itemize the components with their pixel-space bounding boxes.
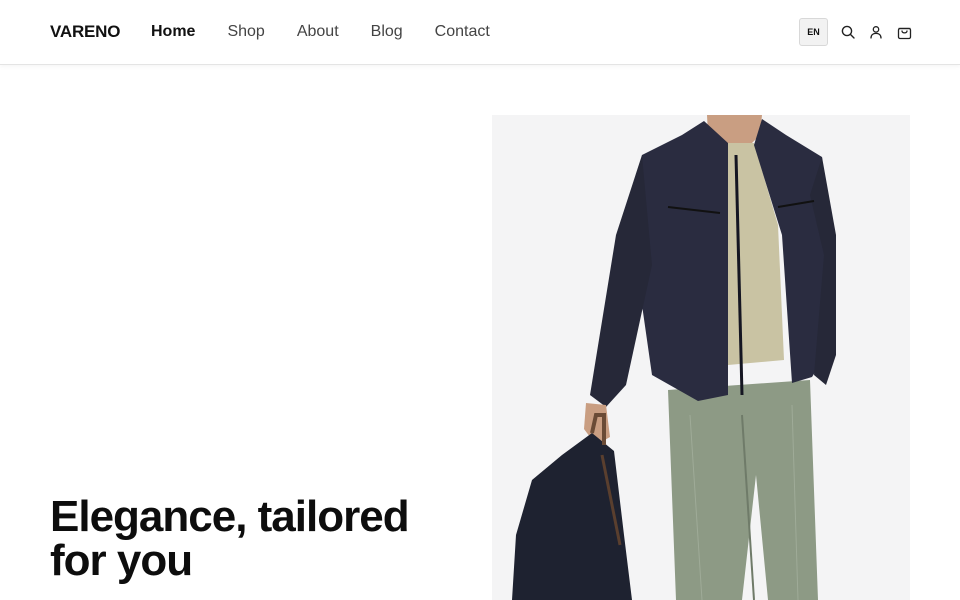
nav-home[interactable]: Home xyxy=(151,21,195,43)
shopping-bag-icon[interactable] xyxy=(896,24,912,40)
language-button[interactable]: EN xyxy=(799,18,828,46)
model-illustration xyxy=(492,115,910,600)
nav-about[interactable]: About xyxy=(297,21,339,43)
hero-title: Elegance, tailored for you xyxy=(50,495,450,583)
logo[interactable]: VARENO xyxy=(50,21,120,43)
nav-contact[interactable]: Contact xyxy=(435,21,490,43)
nav-blog[interactable]: Blog xyxy=(371,21,403,43)
nav-shop[interactable]: Shop xyxy=(227,21,264,43)
search-icon[interactable] xyxy=(840,24,856,40)
site-header: VARENO Home Shop About Blog Contact EN xyxy=(0,0,960,65)
hero-title-line2: for you xyxy=(50,536,193,585)
header-actions: EN xyxy=(799,18,912,46)
hero-title-line1: Elegance, tailored xyxy=(50,492,410,541)
hero-image xyxy=(492,115,910,600)
user-icon[interactable] xyxy=(868,24,884,40)
main-nav: Home Shop About Blog Contact xyxy=(151,21,522,43)
